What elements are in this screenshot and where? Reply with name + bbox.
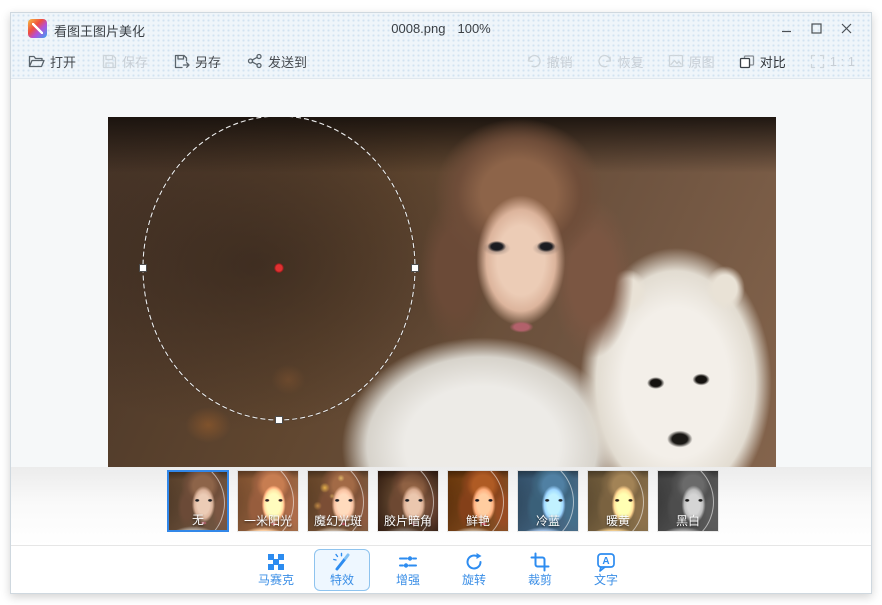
save-as-button[interactable]: 另存: [174, 52, 221, 71]
nav-label: 增强: [396, 573, 420, 587]
original-image-label: 原图: [689, 52, 715, 71]
original-image-icon: [668, 54, 684, 68]
filter-label: 魔幻光斑: [308, 512, 368, 529]
save-as-icon: [174, 54, 190, 69]
filter-preview: [169, 472, 227, 530]
filter-preview: [238, 471, 298, 531]
title-bar: 看图王图片美化 0008.png100%: [11, 13, 871, 43]
magic-wand-icon: [332, 550, 352, 572]
close-button[interactable]: [831, 17, 861, 39]
bottom-nav: 马赛克 特效 增强 旋转 裁剪 A 文字: [11, 545, 871, 593]
toolbar-right-group: 撤销 恢复 原图 对比 1 : 1: [526, 52, 855, 71]
undo-icon: [526, 54, 542, 68]
nav-label: 特效: [330, 573, 354, 587]
save-icon: [102, 54, 117, 69]
nav-rotate[interactable]: 旋转: [446, 549, 502, 591]
text-icon: A: [596, 550, 616, 572]
filter-magic-bokeh[interactable]: 魔幻光斑: [307, 470, 369, 532]
undo-label: 撤销: [547, 52, 573, 71]
undo-button[interactable]: 撤销: [526, 52, 573, 71]
open-button[interactable]: 打开: [28, 52, 76, 71]
selection-center-marker[interactable]: [275, 264, 283, 272]
filter-thumbnails: 无 一米阳光 魔幻光斑 胶片暗角 鲜艳: [167, 470, 719, 532]
send-to-icon: [247, 53, 263, 69]
one-to-one-button[interactable]: 1 : 1: [810, 54, 855, 69]
handle-left[interactable]: [140, 265, 147, 272]
filter-black-white[interactable]: 黑白: [657, 470, 719, 532]
open-folder-icon: [28, 54, 45, 69]
nav-label: 裁剪: [528, 573, 552, 587]
filter-preview: [518, 471, 578, 531]
filter-preview: [308, 471, 368, 531]
svg-text:A: A: [602, 556, 609, 567]
selection-handles[interactable]: [140, 265, 419, 424]
rotate-icon: [464, 550, 484, 572]
filter-preview: [658, 471, 718, 531]
header: 看图王图片美化 0008.png100% 打开: [11, 13, 871, 79]
save-button[interactable]: 保存: [102, 52, 148, 71]
filter-none[interactable]: 无: [167, 470, 229, 532]
filter-cool-blue[interactable]: 冷蓝: [517, 470, 579, 532]
send-to-button[interactable]: 发送到: [247, 52, 307, 71]
nav-label: 马赛克: [258, 573, 294, 587]
filter-vivid[interactable]: 鲜艳: [447, 470, 509, 532]
filter-preview: [378, 471, 438, 531]
toolbar-left-group: 打开 保存 另存 发送到: [28, 52, 307, 71]
nav-mosaic[interactable]: 马赛克: [248, 549, 304, 591]
filter-preview: [448, 471, 508, 531]
compare-label: 对比: [760, 52, 786, 71]
redo-button[interactable]: 恢复: [597, 52, 644, 71]
filter-label: 胶片暗角: [378, 512, 438, 529]
nav-enhance[interactable]: 增强: [380, 549, 436, 591]
minimize-button[interactable]: [771, 17, 801, 39]
document-name: 0008.png: [391, 21, 445, 36]
redo-label: 恢复: [618, 52, 644, 71]
maximize-button[interactable]: [801, 17, 831, 39]
mosaic-icon: [266, 550, 286, 572]
nav-crop[interactable]: 裁剪: [512, 549, 568, 591]
compare-icon: [739, 54, 755, 69]
nav-label: 旋转: [462, 573, 486, 587]
ellipse-selection-overlay[interactable]: [108, 117, 776, 467]
nav-effects[interactable]: 特效: [314, 549, 370, 591]
original-image-button[interactable]: 原图: [668, 52, 715, 71]
app-window: 看图王图片美化 0008.png100% 打开: [10, 12, 872, 594]
photo-image[interactable]: [108, 117, 776, 467]
filter-strip: 无 一米阳光 魔幻光斑 胶片暗角 鲜艳: [11, 467, 871, 545]
handle-bottom[interactable]: [276, 417, 283, 424]
crop-icon: [530, 550, 550, 572]
document-title: 0008.png 100%: [11, 21, 871, 36]
filter-preview: [588, 471, 648, 531]
open-label: 打开: [50, 52, 76, 71]
main-toolbar: 打开 保存 另存 发送到 撤销: [11, 43, 871, 79]
redo-icon: [597, 54, 613, 68]
nav-label: 文字: [594, 573, 618, 587]
editor-canvas: 无 一米阳光 魔幻光斑 胶片暗角 鲜艳: [11, 79, 871, 545]
handle-right[interactable]: [412, 265, 419, 272]
compare-button[interactable]: 对比: [739, 52, 786, 71]
save-as-label: 另存: [195, 52, 221, 71]
filter-warm-yellow[interactable]: 暖黄: [587, 470, 649, 532]
save-label: 保存: [122, 52, 148, 71]
filter-sunshine[interactable]: 一米阳光: [237, 470, 299, 532]
filter-film-vignette[interactable]: 胶片暗角: [377, 470, 439, 532]
nav-text[interactable]: A 文字: [578, 549, 634, 591]
enhance-sliders-icon: [398, 550, 418, 572]
zoom-level: 100%: [457, 21, 490, 36]
send-to-label: 发送到: [268, 52, 307, 71]
window-controls: [771, 17, 861, 39]
one-to-one-icon: [810, 54, 825, 69]
one-to-one-label: 1 : 1: [830, 54, 855, 69]
